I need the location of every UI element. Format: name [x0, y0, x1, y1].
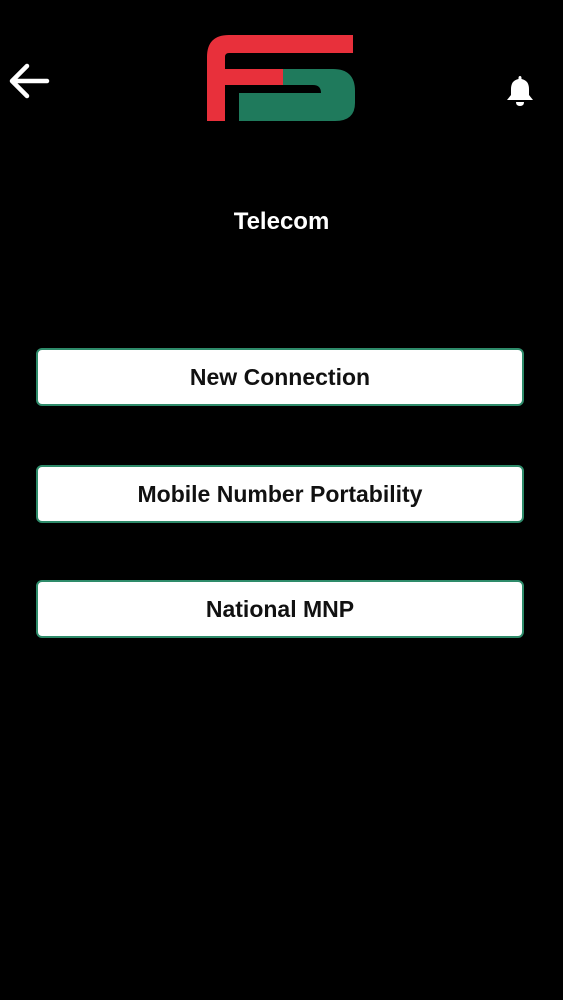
new-connection-button[interactable]: New Connection [36, 348, 524, 406]
mobile-number-portability-label: Mobile Number Portability [137, 480, 423, 507]
page-title: Telecom [233, 208, 330, 235]
arrow-left-icon [9, 63, 50, 99]
new-connection-label: New Connection [189, 363, 371, 390]
notification-button[interactable] [500, 70, 540, 110]
mobile-number-portability-button[interactable]: Mobile Number Portability [36, 465, 524, 523]
telecom-screen: Telecom New Connection Mobile Number Por… [0, 0, 563, 1000]
national-mnp-label: National MNP [205, 595, 355, 622]
back-button[interactable] [4, 56, 54, 106]
app-logo [203, 31, 359, 125]
national-mnp-button[interactable]: National MNP [36, 580, 524, 638]
bell-icon [507, 76, 533, 106]
